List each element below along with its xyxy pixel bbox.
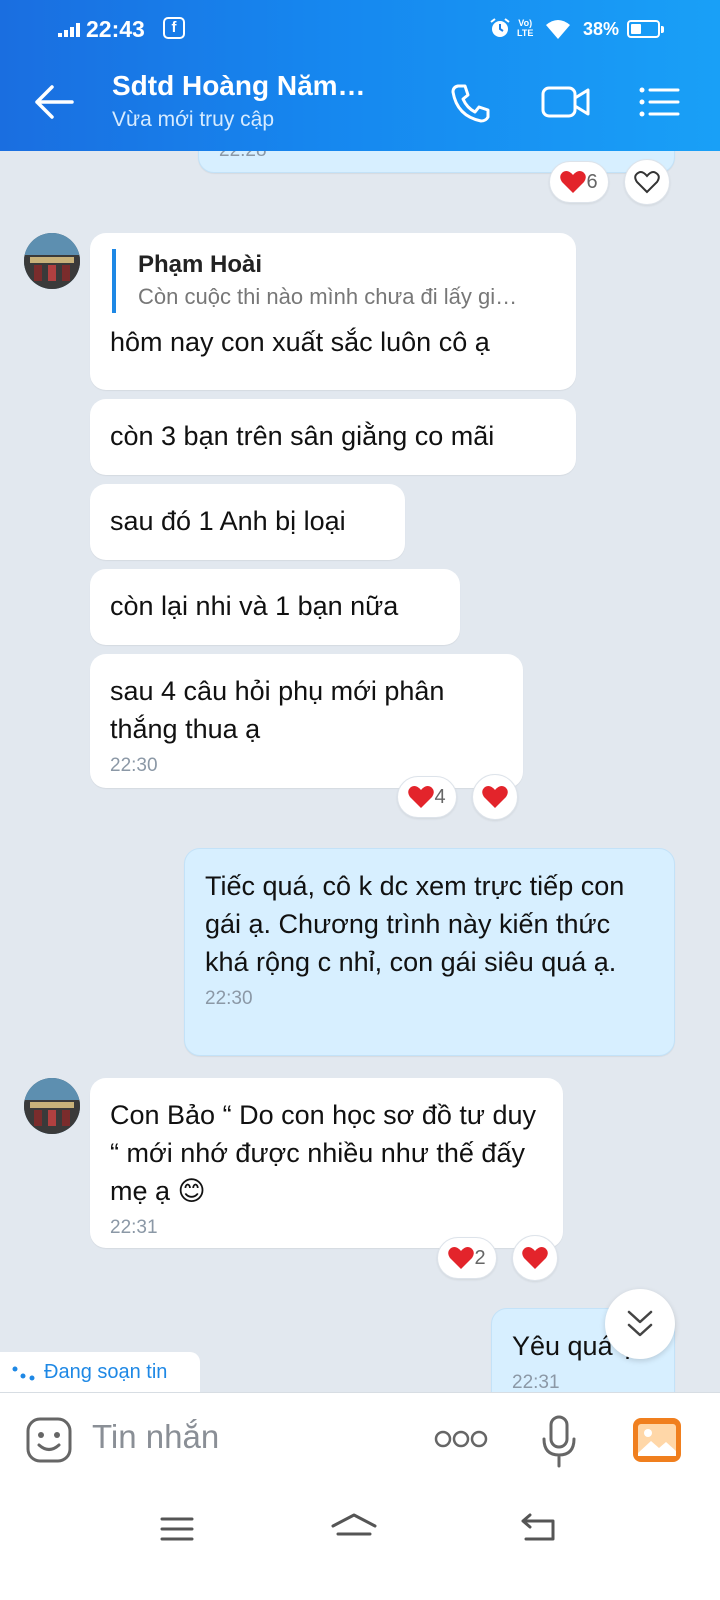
heart-icon [522, 1247, 548, 1269]
video-call-icon[interactable] [540, 82, 592, 122]
heart-icon [448, 1247, 475, 1269]
quoted-text: Còn cuộc thi nào mình chưa đi lấy gi… [138, 284, 518, 309]
quoted-message[interactable]: Phạm Hoài Còn cuộc thi nào mình chưa đi … [112, 249, 556, 313]
message-text: Tiếc quá, cô k dc xem trực tiếp con gái … [205, 871, 625, 977]
message-text: Con Bảo “ Do con học sơ đồ tư duy “ mới … [110, 1100, 537, 1206]
reaction-count: 6 [586, 170, 598, 193]
message-bubble[interactable]: sau đó 1 Anh bị loại [90, 484, 405, 560]
recent-apps-icon[interactable] [160, 1516, 194, 1542]
typing-dots-icon [12, 1366, 35, 1381]
react-button[interactable] [624, 159, 670, 205]
menu-icon[interactable] [638, 82, 680, 122]
status-bar: 22:43 f Vo) LTE 38% [0, 0, 720, 56]
avatar[interactable] [24, 1078, 80, 1134]
top-bar: 22:43 f Vo) LTE 38% Sdtd Hoàng Năm… Vừa m… [0, 0, 720, 151]
reaction-count: 4 [434, 785, 446, 808]
message-input[interactable]: Tin nhắn [92, 1418, 219, 1456]
battery-percent: 38% [583, 19, 620, 39]
composer-bar: Tin nhắn [0, 1392, 720, 1488]
avatar[interactable] [24, 233, 80, 289]
battery-icon [627, 20, 664, 38]
double-chevron-down-icon [627, 1310, 653, 1337]
emoji-sticker-icon[interactable] [26, 1417, 72, 1463]
message-bubble[interactable]: còn lại nhi và 1 bạn nữa [90, 569, 460, 645]
signal-icon [58, 23, 80, 37]
typing-indicator: Đang soạn tin [0, 1352, 200, 1392]
message-text: còn 3 bạn trên sân giằng co mãi [110, 421, 495, 451]
message-text: còn lại nhi và 1 bạn nữa [110, 591, 399, 621]
react-button[interactable] [472, 774, 518, 820]
message-time: 22:30 [110, 755, 158, 776]
volte-indicator: Vo) LTE [517, 18, 534, 38]
message-time: 22:30 [205, 988, 253, 1009]
facebook-notification-icon: f [163, 17, 185, 39]
reaction-count-badge[interactable]: 2 [437, 1237, 497, 1279]
scroll-to-bottom-button[interactable] [605, 1289, 675, 1359]
status-time: 22:43 [86, 16, 145, 42]
alarm-icon [490, 18, 510, 37]
microphone-icon[interactable] [540, 1415, 578, 1469]
message-bubble-own[interactable]: Tiếc quá, cô k dc xem trực tiếp con gái … [184, 848, 675, 1056]
back-nav-icon[interactable] [520, 1512, 556, 1544]
chat-title[interactable]: Sdtd Hoàng Năm… [112, 70, 366, 102]
back-arrow-icon[interactable] [34, 85, 74, 119]
heart-icon [482, 786, 508, 808]
message-list[interactable]: 22:28 6 Phạm Hoài Còn cuộc thi nào mình … [0, 151, 720, 1395]
more-options-icon[interactable] [434, 1429, 488, 1449]
message-text: hôm nay con xuất sắc luôn cô ạ [110, 327, 490, 357]
system-nav-bar [0, 1488, 720, 1600]
chat-subtitle: Vừa mới truy cập [112, 108, 275, 131]
heart-outline-icon [634, 171, 660, 194]
quoted-sender: Phạm Hoài [138, 251, 263, 278]
photo-gallery-icon[interactable] [632, 1417, 682, 1463]
reaction-count: 2 [474, 1246, 486, 1269]
message-bubble[interactable]: sau 4 câu hỏi phụ mới phân thắng thua ạ … [90, 654, 523, 788]
reaction-count-badge[interactable]: 6 [549, 161, 609, 203]
message-bubble[interactable]: Phạm Hoài Còn cuộc thi nào mình chưa đi … [90, 233, 576, 390]
react-button[interactable] [512, 1235, 558, 1281]
heart-icon [560, 171, 587, 193]
reaction-count-badge[interactable]: 4 [397, 776, 457, 818]
message-text: sau 4 câu hỏi phụ mới phân thắng thua ạ [110, 676, 445, 744]
phone-icon[interactable] [450, 82, 492, 124]
wifi-icon [546, 20, 570, 39]
heart-icon [408, 786, 435, 808]
message-bubble[interactable]: còn 3 bạn trên sân giằng co mãi [90, 399, 576, 475]
message-bubble[interactable]: Con Bảo “ Do con học sơ đồ tư duy “ mới … [90, 1078, 563, 1248]
message-text: sau đó 1 Anh bị loại [110, 506, 346, 536]
home-icon[interactable] [330, 1512, 378, 1544]
typing-text: Đang soạn tin [44, 1361, 168, 1383]
